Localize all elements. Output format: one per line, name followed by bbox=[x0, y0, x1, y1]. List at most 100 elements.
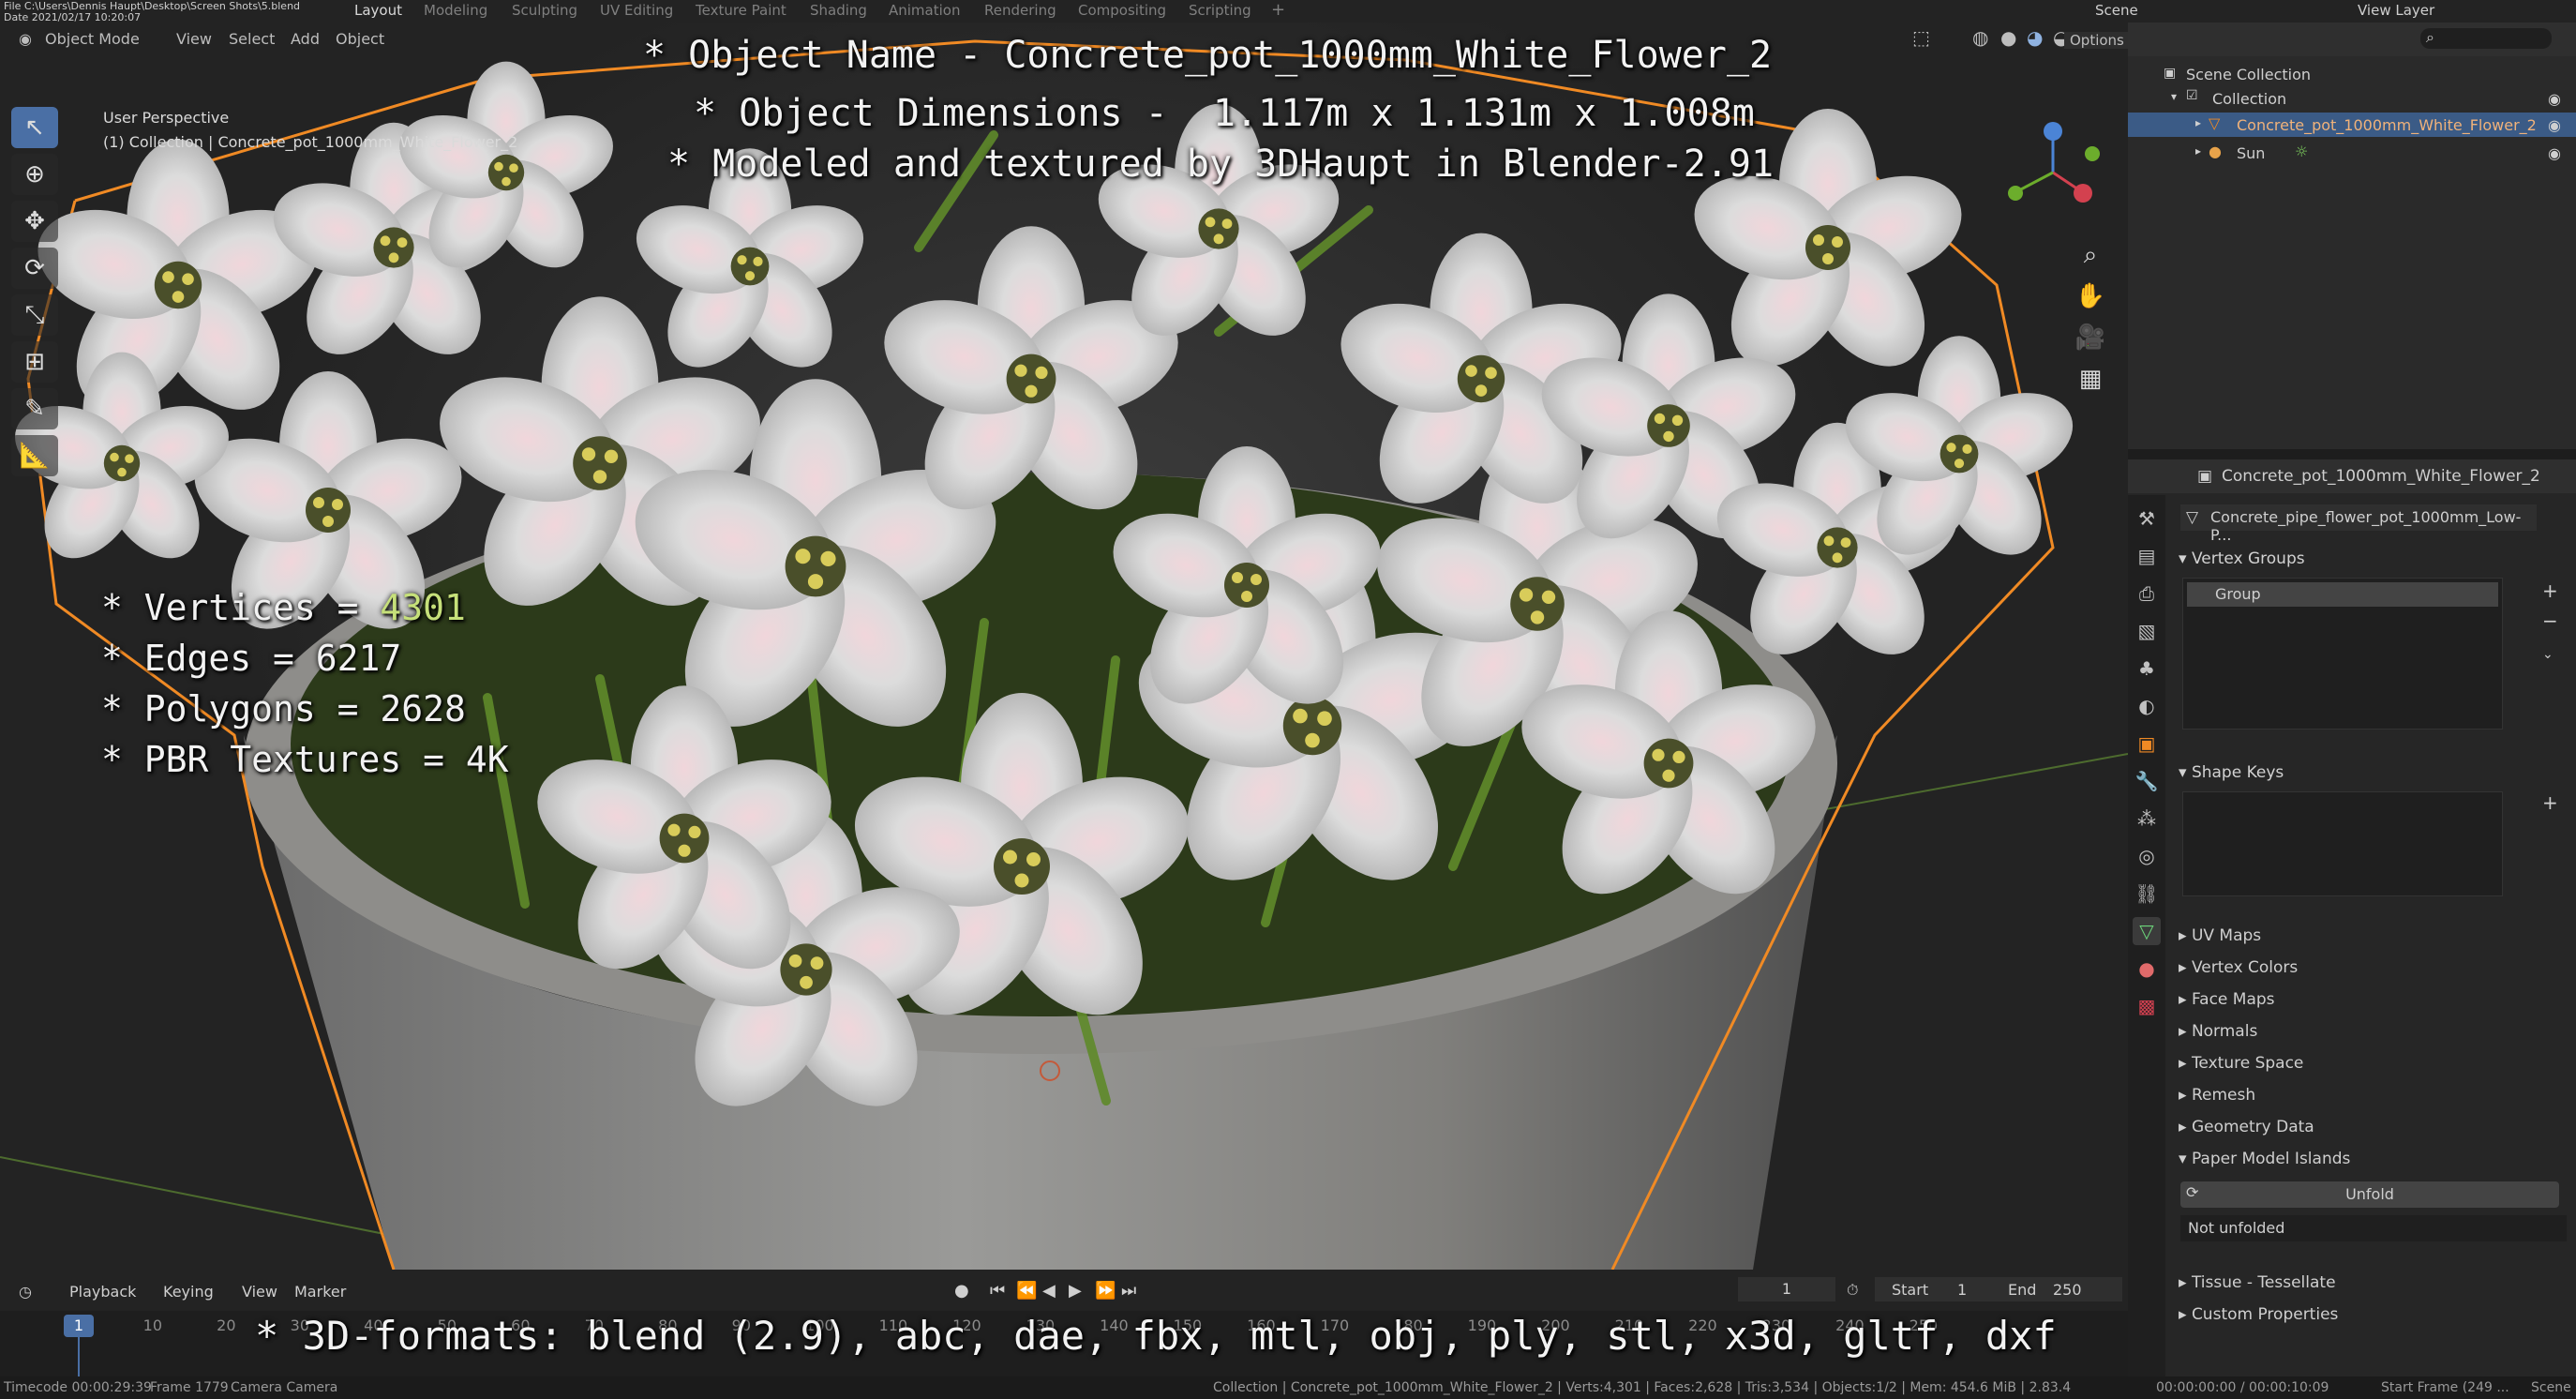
mesh-data-tab-icon[interactable]: ▽ bbox=[2133, 917, 2161, 945]
menu-marker[interactable]: Marker bbox=[294, 1283, 346, 1301]
playhead[interactable]: 1 bbox=[64, 1315, 94, 1337]
jump-start-icon[interactable]: ⏮ bbox=[990, 1281, 1005, 1301]
annotate-icon[interactable]: ✎ bbox=[11, 388, 58, 429]
menu-playback[interactable]: Playback bbox=[69, 1283, 136, 1301]
timeline-editor-icon[interactable]: ◷ bbox=[19, 1283, 32, 1301]
zoom-icon[interactable]: ⌕ bbox=[2072, 236, 2109, 274]
outliner-scene-collection[interactable]: Scene Collection bbox=[2186, 66, 2311, 83]
vertex-groups-list[interactable]: Group bbox=[2182, 578, 2503, 730]
chevron-down-icon[interactable]: ⌄ bbox=[2542, 647, 2554, 662]
expand-icon[interactable]: ▸ bbox=[2195, 116, 2201, 129]
tab-layout[interactable]: Layout bbox=[354, 2, 402, 19]
tab-modeling[interactable]: Modeling bbox=[424, 2, 487, 19]
3d-viewport[interactable]: ◉ Object Mode View Select Add Object ⬚ ◍… bbox=[0, 23, 2128, 1270]
vertex-colors-panel[interactable]: ▸ Vertex Colors bbox=[2179, 958, 2298, 977]
remesh-panel[interactable]: ▸ Remesh bbox=[2179, 1086, 2255, 1105]
next-key-icon[interactable]: ⏩ bbox=[1095, 1281, 1116, 1301]
object-tab-icon[interactable]: ▣ bbox=[2133, 730, 2161, 758]
expand-icon[interactable]: ▸ bbox=[2195, 144, 2201, 158]
camera-view-icon[interactable]: 🎥 bbox=[2072, 319, 2109, 356]
vertex-groups-header[interactable]: ▾ Vertex Groups bbox=[2179, 549, 2305, 568]
custom-properties-panel[interactable]: ▸ Custom Properties bbox=[2179, 1305, 2338, 1324]
play-icon[interactable]: ▶ bbox=[1069, 1281, 1082, 1301]
record-icon[interactable]: ● bbox=[954, 1281, 969, 1301]
xray-icon[interactable]: ⬚ bbox=[1912, 26, 1930, 49]
measure-icon[interactable]: 📐 bbox=[11, 435, 58, 476]
particles-tab-icon[interactable]: ⁂ bbox=[2133, 805, 2161, 833]
add-group-icon[interactable]: + bbox=[2542, 579, 2558, 602]
physics-tab-icon[interactable]: ◎ bbox=[2133, 842, 2161, 870]
unfold-button[interactable]: Unfold bbox=[2180, 1181, 2559, 1208]
mesh-name-field[interactable]: Concrete_pipe_flower_pot_1000mm_Low-P... bbox=[2210, 508, 2537, 544]
pan-hand-icon[interactable]: ✋ bbox=[2072, 278, 2109, 315]
world-tab-icon[interactable]: ◐ bbox=[2133, 692, 2161, 720]
constraints-tab-icon[interactable]: ⛓ bbox=[2133, 880, 2161, 908]
tab-uv-editing[interactable]: UV Editing bbox=[600, 2, 673, 19]
scale-icon[interactable]: ⤡ bbox=[11, 294, 58, 336]
eye-icon[interactable]: ◉ bbox=[2548, 144, 2561, 162]
render-tab-icon[interactable]: ▤ bbox=[2133, 542, 2161, 570]
scene-tab-icon[interactable]: ♣ bbox=[2133, 654, 2161, 683]
editor-type-icon[interactable]: ◉ bbox=[19, 30, 32, 48]
outliner-search-input[interactable] bbox=[2420, 28, 2552, 49]
view-layer-tab-icon[interactable]: ▧ bbox=[2133, 617, 2161, 645]
normals-panel[interactable]: ▸ Normals bbox=[2179, 1022, 2257, 1041]
shape-keys-list[interactable] bbox=[2182, 791, 2503, 896]
tab-shading[interactable]: Shading bbox=[810, 2, 867, 19]
options-dropdown[interactable]: Options bbox=[2064, 32, 2128, 49]
shape-keys-header[interactable]: ▾ Shape Keys bbox=[2179, 763, 2284, 782]
material-shading-icon[interactable]: ◕ bbox=[2027, 26, 2043, 49]
uv-maps-panel[interactable]: ▸ UV Maps bbox=[2179, 926, 2261, 945]
checkbox-icon[interactable]: ☑ bbox=[2186, 88, 2198, 103]
solid-shading-icon[interactable]: ● bbox=[2000, 26, 2016, 49]
select-box-icon[interactable]: ↖ bbox=[11, 107, 58, 148]
play-reverse-icon[interactable]: ◀ bbox=[1042, 1281, 1056, 1301]
texture-tab-icon[interactable]: ▩ bbox=[2133, 992, 2161, 1020]
end-frame-field[interactable]: End 250 bbox=[1991, 1277, 2122, 1301]
scene-selector[interactable]: Scene bbox=[2095, 2, 2138, 19]
menu-object[interactable]: Object bbox=[336, 30, 384, 48]
outliner-object[interactable]: Concrete_pot_1000mm_White_Flower_2 bbox=[2237, 116, 2537, 134]
ortho-grid-icon[interactable]: ▦ bbox=[2072, 360, 2109, 398]
tab-sculpting[interactable]: Sculpting bbox=[512, 2, 577, 19]
menu-view[interactable]: View bbox=[176, 30, 212, 48]
modifier-tab-icon[interactable]: 🔧 bbox=[2133, 767, 2161, 795]
menu-select[interactable]: Select bbox=[229, 30, 275, 48]
vertex-group-item[interactable]: Group bbox=[2187, 582, 2498, 607]
wireframe-shading-icon[interactable]: ◍ bbox=[1972, 26, 1988, 49]
menu-keying[interactable]: Keying bbox=[163, 1283, 214, 1301]
add-workspace-icon[interactable]: + bbox=[1271, 0, 1285, 20]
tab-texture-paint[interactable]: Texture Paint bbox=[696, 2, 786, 19]
output-tab-icon[interactable]: ⎙ bbox=[2133, 579, 2161, 608]
view-layer-selector[interactable]: View Layer bbox=[2358, 2, 2434, 19]
mesh-datablock[interactable]: ▽ Concrete_pipe_flower_pot_1000mm_Low-P.… bbox=[2180, 504, 2537, 544]
prev-key-icon[interactable]: ⏪ bbox=[1016, 1281, 1037, 1301]
mode-selector[interactable]: Object Mode bbox=[45, 30, 140, 48]
tissue-panel[interactable]: ▸ Tissue - Tessellate bbox=[2179, 1273, 2336, 1292]
current-frame-field[interactable]: 1 bbox=[1738, 1277, 1835, 1301]
eye-icon[interactable]: ◉ bbox=[2548, 116, 2561, 134]
outliner-collection[interactable]: Collection bbox=[2212, 90, 2286, 108]
face-maps-panel[interactable]: ▸ Face Maps bbox=[2179, 990, 2275, 1009]
tab-animation[interactable]: Animation bbox=[889, 2, 960, 19]
jump-end-icon[interactable]: ⏭ bbox=[1121, 1281, 1136, 1301]
menu-timeline-view[interactable]: View bbox=[242, 1283, 277, 1301]
eye-icon[interactable]: ◉ bbox=[2548, 90, 2561, 108]
move-icon[interactable]: ✥ bbox=[11, 201, 58, 242]
remove-group-icon[interactable]: − bbox=[2542, 609, 2558, 632]
menu-add[interactable]: Add bbox=[291, 30, 320, 48]
texture-space-panel[interactable]: ▸ Texture Space bbox=[2179, 1054, 2303, 1073]
cursor-icon[interactable]: ⊕ bbox=[11, 154, 58, 195]
rotate-icon[interactable]: ⟳ bbox=[11, 248, 58, 289]
transform-icon[interactable]: ⊞ bbox=[11, 341, 58, 383]
add-shape-key-icon[interactable]: + bbox=[2542, 791, 2558, 814]
expand-icon[interactable]: ▾ bbox=[2171, 90, 2177, 103]
material-tab-icon[interactable]: ● bbox=[2133, 955, 2161, 983]
outliner-light[interactable]: Sun bbox=[2237, 144, 2265, 162]
tab-compositing[interactable]: Compositing bbox=[1078, 2, 1166, 19]
tab-rendering[interactable]: Rendering bbox=[984, 2, 1056, 19]
tab-scripting[interactable]: Scripting bbox=[1189, 2, 1251, 19]
tool-tab-icon[interactable]: ⚒ bbox=[2133, 504, 2161, 533]
navigation-gizmo[interactable] bbox=[1987, 116, 2119, 229]
geometry-data-panel[interactable]: ▸ Geometry Data bbox=[2179, 1118, 2314, 1136]
